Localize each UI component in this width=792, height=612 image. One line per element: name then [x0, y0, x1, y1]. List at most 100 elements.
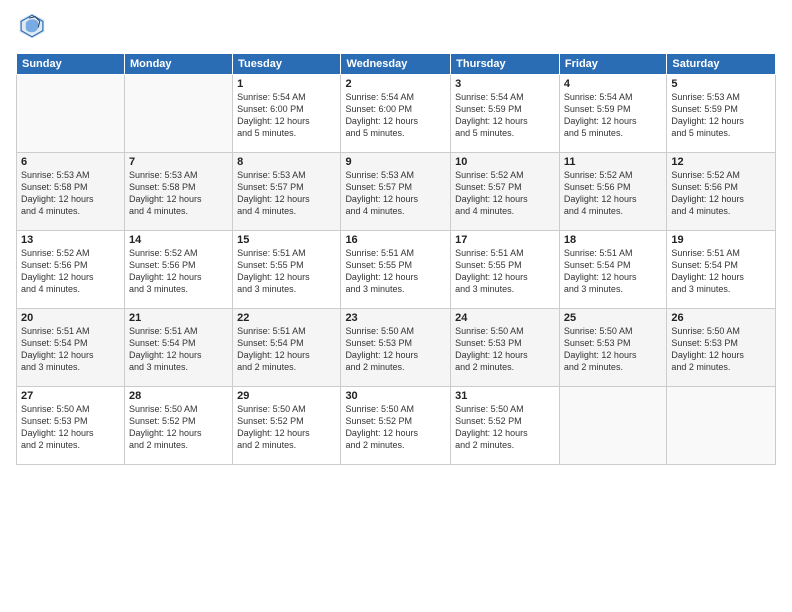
day-number: 12 [671, 156, 771, 168]
day-number: 4 [564, 78, 662, 90]
day-info: Sunrise: 5:53 AM Sunset: 5:57 PM Dayligh… [345, 169, 446, 218]
day-number: 7 [129, 156, 228, 168]
page: SundayMondayTuesdayWednesdayThursdayFrid… [0, 0, 792, 612]
day-info: Sunrise: 5:53 AM Sunset: 5:58 PM Dayligh… [21, 169, 120, 218]
day-info: Sunrise: 5:53 AM Sunset: 5:59 PM Dayligh… [671, 91, 771, 140]
logo-icon [18, 12, 46, 40]
day-number: 24 [455, 312, 555, 324]
day-number: 28 [129, 390, 228, 402]
calendar-cell: 18Sunrise: 5:51 AM Sunset: 5:54 PM Dayli… [559, 231, 666, 309]
day-info: Sunrise: 5:52 AM Sunset: 5:57 PM Dayligh… [455, 169, 555, 218]
day-info: Sunrise: 5:51 AM Sunset: 5:55 PM Dayligh… [345, 247, 446, 296]
calendar-cell: 26Sunrise: 5:50 AM Sunset: 5:53 PM Dayli… [667, 309, 776, 387]
day-info: Sunrise: 5:51 AM Sunset: 5:54 PM Dayligh… [237, 325, 336, 374]
day-number: 9 [345, 156, 446, 168]
calendar-cell: 28Sunrise: 5:50 AM Sunset: 5:52 PM Dayli… [124, 387, 232, 465]
day-number: 2 [345, 78, 446, 90]
day-info: Sunrise: 5:51 AM Sunset: 5:54 PM Dayligh… [21, 325, 120, 374]
calendar-cell [17, 75, 125, 153]
calendar-cell: 25Sunrise: 5:50 AM Sunset: 5:53 PM Dayli… [559, 309, 666, 387]
day-number: 22 [237, 312, 336, 324]
day-info: Sunrise: 5:53 AM Sunset: 5:57 PM Dayligh… [237, 169, 336, 218]
calendar-cell: 29Sunrise: 5:50 AM Sunset: 5:52 PM Dayli… [233, 387, 341, 465]
day-number: 19 [671, 234, 771, 246]
calendar-day-header: Monday [124, 54, 232, 75]
day-number: 29 [237, 390, 336, 402]
calendar-day-header: Friday [559, 54, 666, 75]
calendar-cell: 17Sunrise: 5:51 AM Sunset: 5:55 PM Dayli… [451, 231, 560, 309]
calendar-cell: 12Sunrise: 5:52 AM Sunset: 5:56 PM Dayli… [667, 153, 776, 231]
day-info: Sunrise: 5:50 AM Sunset: 5:53 PM Dayligh… [564, 325, 662, 374]
header [16, 12, 776, 45]
day-info: Sunrise: 5:50 AM Sunset: 5:53 PM Dayligh… [455, 325, 555, 374]
day-number: 25 [564, 312, 662, 324]
day-number: 15 [237, 234, 336, 246]
day-number: 27 [21, 390, 120, 402]
day-number: 17 [455, 234, 555, 246]
calendar-cell: 6Sunrise: 5:53 AM Sunset: 5:58 PM Daylig… [17, 153, 125, 231]
day-number: 20 [21, 312, 120, 324]
day-number: 5 [671, 78, 771, 90]
calendar-week-row: 27Sunrise: 5:50 AM Sunset: 5:53 PM Dayli… [17, 387, 776, 465]
calendar-cell: 30Sunrise: 5:50 AM Sunset: 5:52 PM Dayli… [341, 387, 451, 465]
calendar-cell: 4Sunrise: 5:54 AM Sunset: 5:59 PM Daylig… [559, 75, 666, 153]
day-info: Sunrise: 5:54 AM Sunset: 6:00 PM Dayligh… [237, 91, 336, 140]
day-number: 21 [129, 312, 228, 324]
calendar-cell: 13Sunrise: 5:52 AM Sunset: 5:56 PM Dayli… [17, 231, 125, 309]
calendar-cell: 19Sunrise: 5:51 AM Sunset: 5:54 PM Dayli… [667, 231, 776, 309]
day-number: 10 [455, 156, 555, 168]
day-info: Sunrise: 5:51 AM Sunset: 5:55 PM Dayligh… [237, 247, 336, 296]
calendar-cell: 1Sunrise: 5:54 AM Sunset: 6:00 PM Daylig… [233, 75, 341, 153]
calendar-day-header: Wednesday [341, 54, 451, 75]
day-info: Sunrise: 5:52 AM Sunset: 5:56 PM Dayligh… [21, 247, 120, 296]
calendar-cell: 15Sunrise: 5:51 AM Sunset: 5:55 PM Dayli… [233, 231, 341, 309]
calendar-cell: 5Sunrise: 5:53 AM Sunset: 5:59 PM Daylig… [667, 75, 776, 153]
day-info: Sunrise: 5:50 AM Sunset: 5:52 PM Dayligh… [129, 403, 228, 452]
day-number: 1 [237, 78, 336, 90]
calendar-week-row: 6Sunrise: 5:53 AM Sunset: 5:58 PM Daylig… [17, 153, 776, 231]
day-info: Sunrise: 5:51 AM Sunset: 5:54 PM Dayligh… [129, 325, 228, 374]
day-number: 8 [237, 156, 336, 168]
day-info: Sunrise: 5:54 AM Sunset: 5:59 PM Dayligh… [455, 91, 555, 140]
day-number: 23 [345, 312, 446, 324]
calendar-cell: 21Sunrise: 5:51 AM Sunset: 5:54 PM Dayli… [124, 309, 232, 387]
calendar-cell [124, 75, 232, 153]
day-info: Sunrise: 5:51 AM Sunset: 5:54 PM Dayligh… [564, 247, 662, 296]
calendar-week-row: 1Sunrise: 5:54 AM Sunset: 6:00 PM Daylig… [17, 75, 776, 153]
calendar-table: SundayMondayTuesdayWednesdayThursdayFrid… [16, 53, 776, 465]
day-info: Sunrise: 5:50 AM Sunset: 5:52 PM Dayligh… [455, 403, 555, 452]
day-number: 16 [345, 234, 446, 246]
calendar-cell: 11Sunrise: 5:52 AM Sunset: 5:56 PM Dayli… [559, 153, 666, 231]
day-info: Sunrise: 5:50 AM Sunset: 5:53 PM Dayligh… [345, 325, 446, 374]
day-info: Sunrise: 5:52 AM Sunset: 5:56 PM Dayligh… [129, 247, 228, 296]
day-info: Sunrise: 5:54 AM Sunset: 5:59 PM Dayligh… [564, 91, 662, 140]
day-info: Sunrise: 5:50 AM Sunset: 5:52 PM Dayligh… [237, 403, 336, 452]
day-number: 6 [21, 156, 120, 168]
day-number: 14 [129, 234, 228, 246]
day-info: Sunrise: 5:53 AM Sunset: 5:58 PM Dayligh… [129, 169, 228, 218]
day-number: 13 [21, 234, 120, 246]
day-info: Sunrise: 5:50 AM Sunset: 5:52 PM Dayligh… [345, 403, 446, 452]
calendar-day-header: Saturday [667, 54, 776, 75]
calendar-cell: 23Sunrise: 5:50 AM Sunset: 5:53 PM Dayli… [341, 309, 451, 387]
calendar-week-row: 13Sunrise: 5:52 AM Sunset: 5:56 PM Dayli… [17, 231, 776, 309]
day-info: Sunrise: 5:54 AM Sunset: 6:00 PM Dayligh… [345, 91, 446, 140]
day-number: 18 [564, 234, 662, 246]
calendar-header-row: SundayMondayTuesdayWednesdayThursdayFrid… [17, 54, 776, 75]
calendar-cell: 20Sunrise: 5:51 AM Sunset: 5:54 PM Dayli… [17, 309, 125, 387]
day-number: 3 [455, 78, 555, 90]
calendar-day-header: Thursday [451, 54, 560, 75]
day-info: Sunrise: 5:50 AM Sunset: 5:53 PM Dayligh… [671, 325, 771, 374]
calendar-day-header: Sunday [17, 54, 125, 75]
calendar-cell: 31Sunrise: 5:50 AM Sunset: 5:52 PM Dayli… [451, 387, 560, 465]
calendar-cell [667, 387, 776, 465]
day-info: Sunrise: 5:51 AM Sunset: 5:55 PM Dayligh… [455, 247, 555, 296]
day-info: Sunrise: 5:51 AM Sunset: 5:54 PM Dayligh… [671, 247, 771, 296]
calendar-cell: 22Sunrise: 5:51 AM Sunset: 5:54 PM Dayli… [233, 309, 341, 387]
calendar-cell: 7Sunrise: 5:53 AM Sunset: 5:58 PM Daylig… [124, 153, 232, 231]
calendar-cell: 3Sunrise: 5:54 AM Sunset: 5:59 PM Daylig… [451, 75, 560, 153]
day-info: Sunrise: 5:50 AM Sunset: 5:53 PM Dayligh… [21, 403, 120, 452]
calendar-cell [559, 387, 666, 465]
day-number: 30 [345, 390, 446, 402]
day-info: Sunrise: 5:52 AM Sunset: 5:56 PM Dayligh… [671, 169, 771, 218]
